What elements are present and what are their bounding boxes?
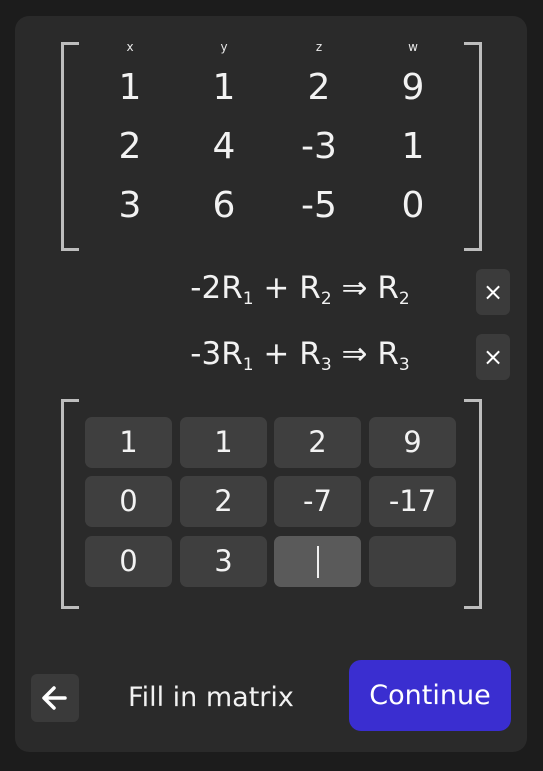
column-header: z: [315, 40, 323, 54]
row-operation: -2R1 + R2 ⇒ R2: [190, 270, 410, 309]
remove-operation-button[interactable]: ×: [476, 269, 510, 315]
matrix-input-cell[interactable]: 9: [369, 417, 456, 468]
matrix-input-cell[interactable]: 3: [180, 536, 267, 587]
matrix-cell: -3: [301, 126, 337, 167]
column-header: x: [126, 40, 134, 54]
status-text: Fill in matrix: [128, 682, 294, 713]
matrix-cell: 3: [118, 185, 142, 226]
column-header: w: [408, 40, 418, 54]
arrow-left-icon: [42, 686, 67, 710]
matrix-card: x y z w 1 1 2 9 2 4 -3 1 3 6 -5 0 -2R1 +…: [15, 16, 527, 752]
matrix-cell: -5: [301, 185, 337, 226]
matrix-cell: 1: [401, 126, 425, 167]
matrix-input-cell[interactable]: -17: [369, 476, 456, 527]
matrix-input-cell[interactable]: 0: [85, 536, 172, 587]
left-bracket: [61, 42, 79, 251]
back-button[interactable]: [31, 674, 79, 722]
row-operation: -3R1 + R3 ⇒ R3: [190, 336, 410, 375]
right-bracket: [464, 42, 482, 251]
matrix-cell: 2: [307, 67, 331, 108]
matrix-cell: 4: [212, 126, 236, 167]
continue-button[interactable]: Continue: [349, 660, 511, 731]
matrix-input-cell[interactable]: 1: [180, 417, 267, 468]
matrix-input-cell-active[interactable]: [274, 536, 361, 587]
matrix-input-cell[interactable]: [369, 536, 456, 587]
matrix-cell: 6: [212, 185, 236, 226]
column-header: y: [220, 40, 228, 54]
matrix-cell: 0: [401, 185, 425, 226]
left-bracket: [61, 399, 79, 609]
matrix-input-cell[interactable]: -7: [274, 476, 361, 527]
matrix-input-cell[interactable]: 0: [85, 476, 172, 527]
matrix-cell: 9: [401, 67, 425, 108]
right-bracket: [464, 399, 482, 609]
text-cursor: [317, 546, 319, 578]
remove-operation-button[interactable]: ×: [476, 334, 510, 380]
matrix-cell: 1: [118, 67, 142, 108]
matrix-input-cell[interactable]: 2: [274, 417, 361, 468]
matrix-input-cell[interactable]: 1: [85, 417, 172, 468]
matrix-cell: 2: [118, 126, 142, 167]
matrix-input-cell[interactable]: 2: [180, 476, 267, 527]
matrix-cell: 1: [212, 67, 236, 108]
